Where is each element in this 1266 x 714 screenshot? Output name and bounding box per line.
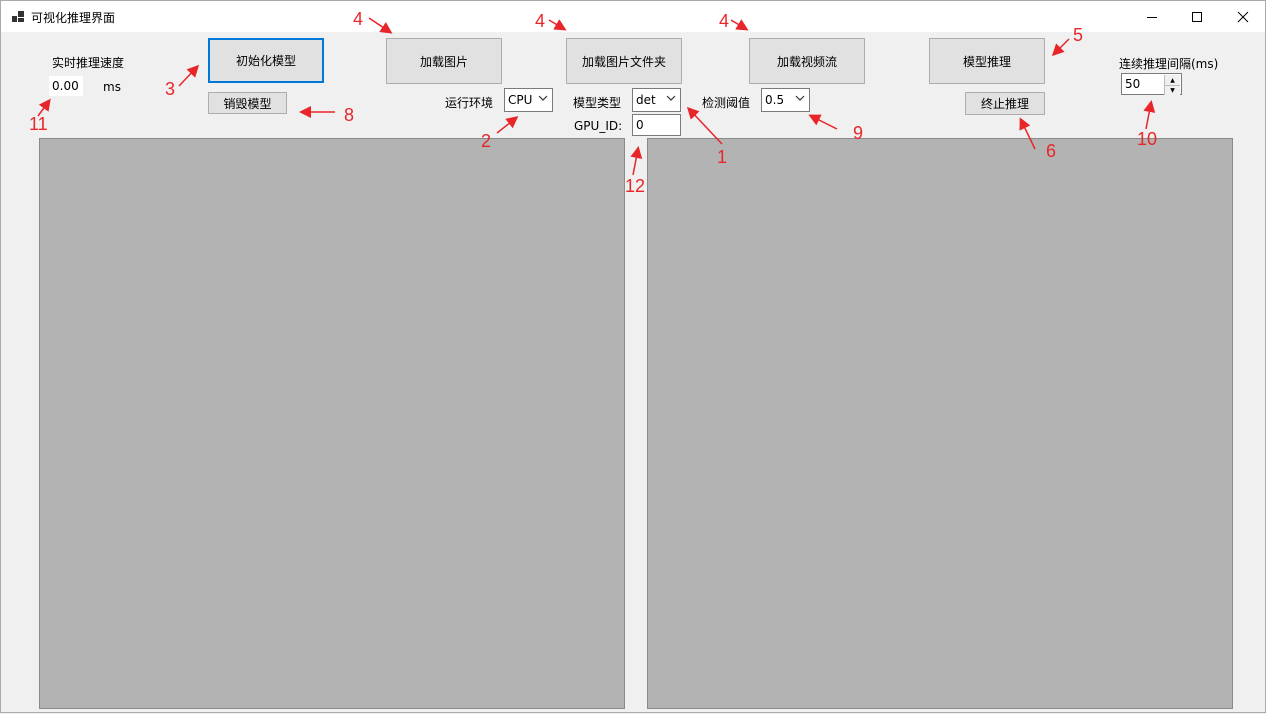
infer-label: 模型推理 [962,54,1011,69]
app-icon [12,11,24,23]
result-image-panel [647,138,1233,709]
load-image-button[interactable]: 加载图片 [386,38,502,84]
model-type-value: det [636,93,656,107]
annotation-5: 5 [1073,25,1084,45]
arrow-3 [178,64,200,87]
speed-unit: ms [103,80,121,94]
interval-stepper[interactable]: 50 ▲ ▼ [1121,73,1182,95]
init-model-label: 初始化模型 [235,54,296,68]
annotation-10: 10 [1137,129,1158,149]
chevron-down-icon [795,95,805,101]
gpu-id-label: GPU_ID: [574,119,623,133]
threshold-select[interactable]: 0.5 [761,88,810,112]
minimize-icon[interactable] [1129,1,1175,32]
chevron-down-icon [538,95,548,101]
annotation-4a: 4 [353,9,364,29]
annotation-8: 8 [344,105,355,125]
load-folder-label: 加载图片文件夹 [581,54,666,69]
env-label: 运行环境 [445,96,494,110]
chevron-down-icon [666,95,676,101]
annotation-1: 1 [717,147,728,167]
annotation-4c: 4 [719,11,730,31]
threshold-label: 检测阈值 [702,96,751,110]
gpu-id-value: 0 [636,118,644,132]
annotation-4b: 4 [535,11,546,31]
init-model-button[interactable]: 初始化模型 [208,38,324,83]
annotation-3: 3 [165,79,176,99]
threshold-value: 0.5 [765,93,785,107]
interval-value: 50 [1125,77,1141,91]
source-image-panel [39,138,625,709]
annotation-2: 2 [481,131,492,151]
arrow-10 [1143,100,1156,130]
model-type-label: 模型类型 [573,96,622,110]
window-title: 可视化推理界面 [31,11,116,25]
speed-value: 0.00 [52,79,79,93]
infer-button[interactable]: 模型推理 [929,38,1045,84]
stepper-buttons: ▲ ▼ [1164,75,1180,95]
model-type-select[interactable]: det [632,88,681,112]
load-video-button[interactable]: 加载视频流 [749,38,865,84]
close-icon[interactable] [1220,1,1266,32]
destroy-model-button[interactable]: 销毁模型 [208,92,287,114]
arrow-2 [496,116,519,134]
stop-infer-button[interactable]: 终止推理 [965,92,1045,115]
arrow-9 [808,114,838,130]
annotation-6: 6 [1046,141,1057,161]
destroy-model-label: 销毁模型 [223,96,272,111]
env-select[interactable]: CPU [504,88,553,112]
env-value: CPU [508,93,533,107]
load-image-label: 加载图片 [419,54,468,69]
arrow-12 [630,146,643,176]
annotation-12: 12 [625,176,646,196]
arrow-5 [1051,38,1070,57]
maximize-icon[interactable] [1174,1,1220,32]
load-video-label: 加载视频流 [776,54,837,69]
stop-infer-label: 终止推理 [980,97,1029,111]
interval-label: 连续推理间隔(ms) [1119,57,1219,71]
annotation-9: 9 [853,123,864,143]
main-window: 可视化推理界面 实时推理速度 0.00 ms 初始化模型 销毁模型 加载图片 加… [0,0,1266,713]
speed-label: 实时推理速度 [52,56,125,70]
stepper-down-icon[interactable]: ▼ [1165,85,1180,95]
load-folder-button[interactable]: 加载图片文件夹 [566,38,682,84]
gpu-id-input[interactable]: 0 [632,114,681,136]
annotation-11: 11 [29,114,48,134]
speed-value-field: 0.00 [49,76,83,96]
